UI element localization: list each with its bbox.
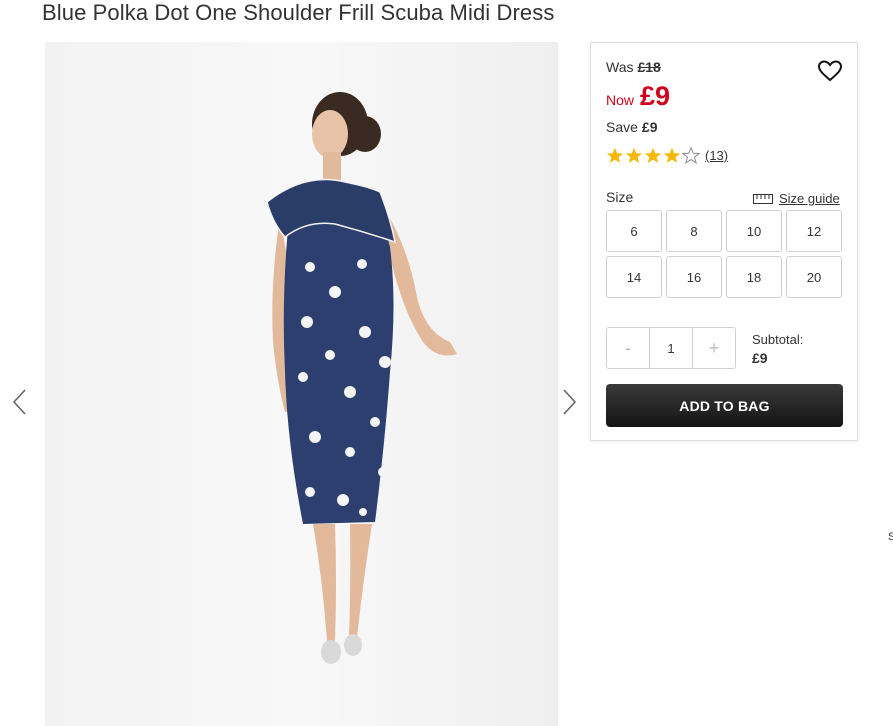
size-label: Size (606, 189, 634, 205)
size-options: 6 8 10 12 14 16 18 20 (606, 210, 843, 298)
size-option-8[interactable]: 8 (666, 210, 722, 252)
size-option-12[interactable]: 12 (786, 210, 842, 252)
size-option-14[interactable]: 14 (606, 256, 662, 298)
add-to-bag-button[interactable]: ADD TO BAG (606, 384, 843, 427)
chevron-right-icon (563, 389, 577, 415)
was-price-row: Was £18 (606, 59, 661, 75)
quantity-decrease-button[interactable]: - (607, 328, 649, 368)
heart-icon (817, 60, 843, 82)
star-filled-icon (606, 147, 624, 163)
subtotal-label: Subtotal: (752, 332, 804, 347)
save-label: Save (606, 119, 638, 135)
quantity-increase-button[interactable]: + (693, 328, 735, 368)
subtotal: Subtotal: £9 (752, 331, 803, 367)
product-title: Blue Polka Dot One Shoulder Frill Scuba … (42, 0, 555, 25)
purchase-panel: Was £18 Now £9 Save £9 (13) Size Size guide… (590, 42, 858, 441)
size-option-6[interactable]: 6 (606, 210, 662, 252)
review-count-link[interactable]: (13) (705, 148, 728, 163)
save-row: Save £9 (606, 119, 658, 135)
size-guide-link[interactable]: Size guide (753, 191, 840, 206)
star-filled-icon (644, 147, 662, 163)
star-empty-icon (682, 147, 700, 164)
now-label: Now (606, 92, 635, 108)
size-option-20[interactable]: 20 (786, 256, 842, 298)
product-image (45, 42, 558, 726)
star-rating: (13) (606, 147, 728, 164)
star-filled-icon (663, 147, 681, 163)
size-option-18[interactable]: 18 (726, 256, 782, 298)
size-option-16[interactable]: 16 (666, 256, 722, 298)
now-price: £9 (640, 81, 671, 111)
next-image-arrow[interactable] (558, 385, 580, 419)
quantity-stepper: - 1 + (606, 327, 736, 369)
product-image-gallery[interactable] (45, 42, 558, 726)
quantity-value[interactable]: 1 (649, 328, 693, 368)
ruler-icon (753, 193, 773, 204)
chevron-left-icon (12, 389, 26, 415)
now-price-row: Now £9 (606, 81, 670, 112)
offscreen-text-fragment: S (888, 531, 893, 543)
wishlist-button[interactable] (817, 59, 843, 83)
was-label: Was (606, 59, 634, 75)
was-price: £18 (637, 59, 661, 75)
subtotal-value: £9 (752, 350, 768, 366)
previous-image-arrow[interactable] (9, 385, 31, 419)
save-amount: £9 (641, 119, 658, 135)
star-filled-icon (625, 147, 643, 163)
size-option-10[interactable]: 10 (726, 210, 782, 252)
size-guide-label: Size guide (779, 191, 840, 206)
